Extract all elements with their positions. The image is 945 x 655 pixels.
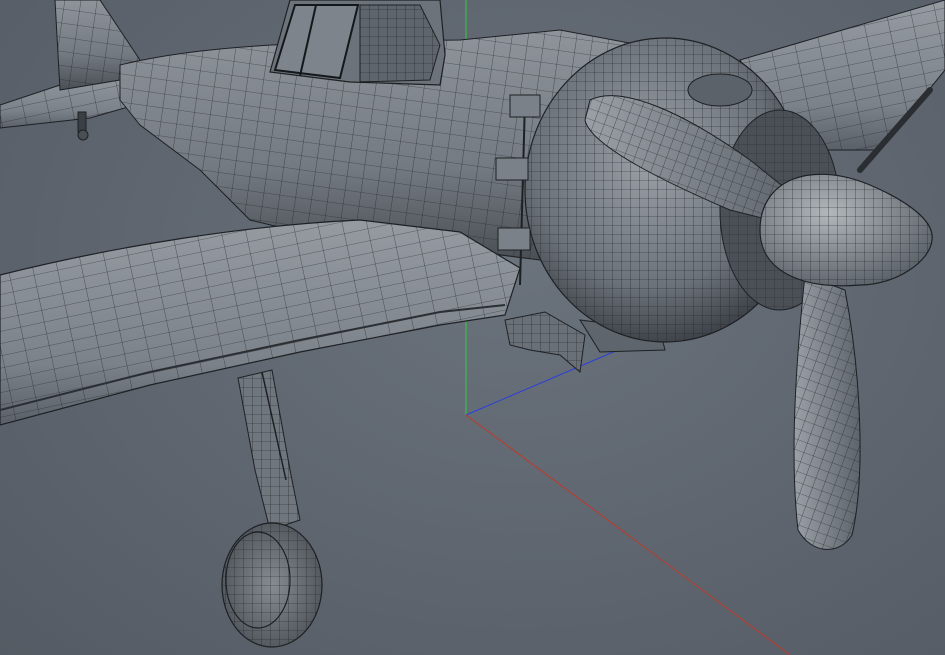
- main-landing-gear[interactable]: [221, 369, 323, 648]
- landing-gear-wheel[interactable]: [221, 522, 323, 648]
- 3d-viewport[interactable]: [0, 0, 945, 655]
- tail-wheel[interactable]: [77, 111, 89, 141]
- scene-canvas[interactable]: [0, 0, 945, 655]
- canopy[interactable]: [269, 0, 446, 86]
- x-axis-line: [465, 414, 791, 655]
- tail-stabilizer[interactable]: [0, 0, 141, 141]
- propeller-spinner[interactable]: [759, 173, 933, 287]
- z-axis-line: [465, 349, 619, 416]
- propeller-blade-lower[interactable]: [793, 274, 861, 550]
